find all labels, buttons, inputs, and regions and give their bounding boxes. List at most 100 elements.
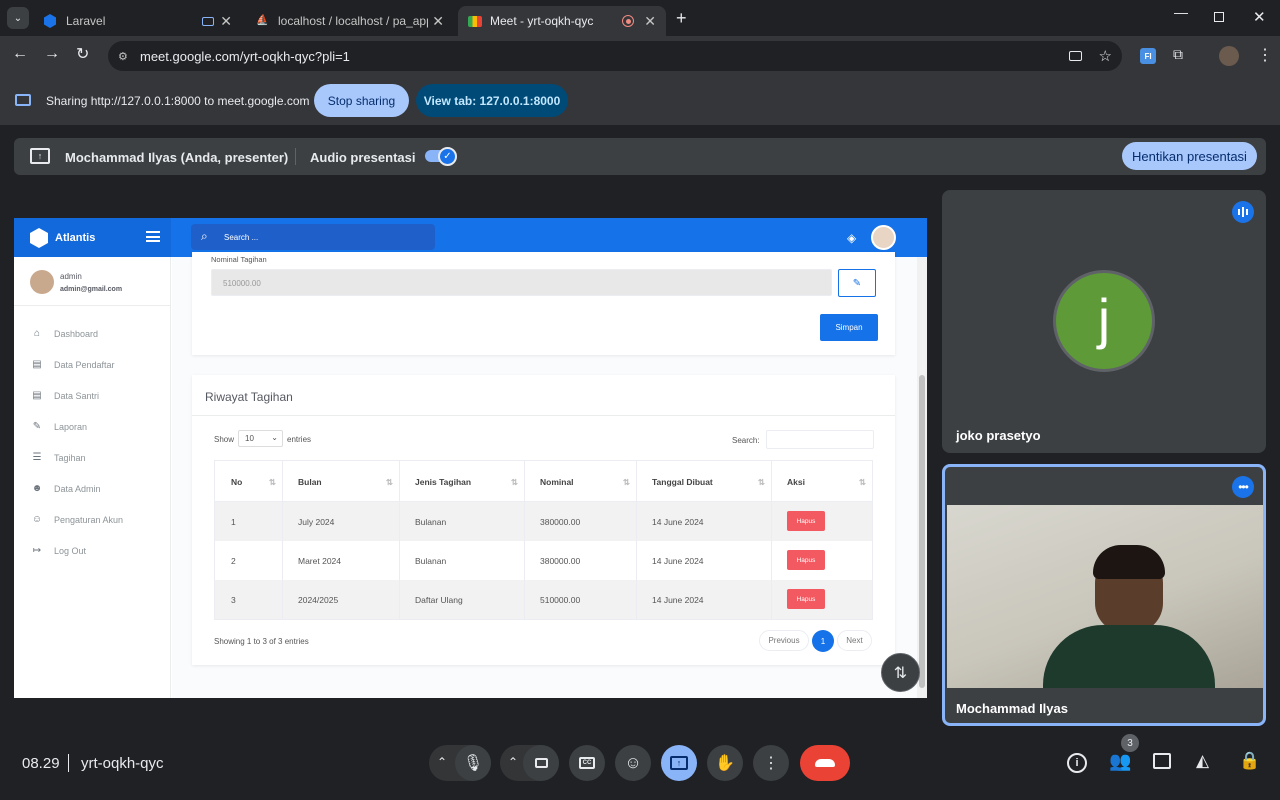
close-tab-icon[interactable]: ✕	[220, 13, 232, 30]
nominal-input[interactable]: 510000.00	[211, 269, 832, 296]
column-header-tanggal[interactable]: Tanggal Dibuat ⇅	[636, 477, 771, 487]
page-size-select[interactable]: 10 ⌄	[238, 430, 283, 447]
sidebar-item-pengaturan-akun[interactable]: ☺ Pengaturan Akun	[30, 514, 123, 525]
app-brand: Atlantis	[55, 232, 96, 244]
move-presentation-button[interactable]: ⇅	[881, 653, 920, 692]
column-header-nominal[interactable]: Nominal ⇅	[524, 477, 636, 487]
page-scrollbar[interactable]	[917, 257, 927, 698]
stop-presenting-button[interactable]: Hentikan presentasi	[1122, 142, 1257, 170]
leave-call-button[interactable]	[800, 745, 850, 781]
recording-indicator-icon	[622, 15, 634, 27]
cell-nominal: 380000.00	[540, 517, 581, 527]
tab-laravel[interactable]: Laravel ✕	[34, 6, 242, 36]
table-search-input[interactable]	[766, 430, 874, 449]
sidebar-item-log-out[interactable]: ↦ Log Out	[30, 545, 86, 556]
stop-sharing-button[interactable]: Stop sharing	[314, 84, 409, 117]
meeting-details-icon[interactable]: i	[1067, 753, 1087, 773]
people-icon[interactable]: 👥	[1109, 751, 1131, 772]
next-page-button[interactable]: Next	[837, 630, 872, 651]
address-bar[interactable]: ⚙ meet.google.com/yrt-oqkh-qyc?pli=1 ☆	[108, 41, 1122, 71]
participant-tile-joko[interactable]: j joko prasetyo	[942, 190, 1266, 453]
sidebar-item-tagihan[interactable]: ☰ Tagihan	[30, 452, 86, 463]
tab-title: localhost / localhost / pa_apps	[278, 14, 428, 28]
column-header-aksi[interactable]: Aksi ⇅	[771, 477, 872, 487]
column-header-jenis[interactable]: Jenis Tagihan ⇅	[399, 477, 524, 487]
column-header-bulan[interactable]: Bulan ⇅	[282, 477, 399, 487]
participant-name: Mochammad Ilyas	[956, 701, 1068, 716]
column-header-no[interactable]: No ⇅	[215, 477, 282, 487]
restore-icon[interactable]	[1214, 12, 1224, 22]
hang-up-icon	[815, 759, 835, 767]
delete-button[interactable]: Hapus	[787, 589, 825, 609]
user-avatar[interactable]	[871, 225, 896, 250]
view-tab-button[interactable]: View tab: 127.0.0.1:8000	[416, 84, 568, 117]
chat-icon[interactable]	[1153, 753, 1171, 769]
video-options-chevron-icon[interactable]: ⌃	[508, 755, 518, 769]
sidebar-item-data-pendaftar[interactable]: ▤ Data Pendaftar	[30, 359, 114, 370]
sidebar-item-label: Data Santri	[54, 390, 100, 401]
present-now-button[interactable]: ↑	[661, 745, 697, 781]
layers-icon[interactable]: ◈	[847, 231, 856, 245]
atlantis-logo-icon	[30, 228, 48, 248]
database-icon: ☰	[32, 452, 42, 463]
profile-avatar[interactable]	[1219, 46, 1239, 66]
tab-phpmyadmin[interactable]: ⛵ localhost / localhost / pa_apps ✕	[246, 6, 454, 36]
previous-page-button[interactable]: Previous	[759, 630, 809, 651]
sidebar-item-data-admin[interactable]: ☻ Data Admin	[30, 483, 101, 494]
close-tab-icon[interactable]: ✕	[644, 13, 656, 30]
reload-icon[interactable]: ↻	[76, 44, 89, 64]
close-window-icon[interactable]: ✕	[1253, 8, 1266, 26]
hamburger-menu-icon[interactable]	[146, 231, 160, 242]
cell-jenis: Bulanan	[415, 517, 447, 527]
app-search-box[interactable]: ⌕ Search ...	[191, 224, 435, 250]
close-tab-icon[interactable]: ✕	[432, 13, 444, 30]
extension-fi-icon[interactable]: FI	[1140, 48, 1156, 64]
camera-toggle-icon[interactable]	[523, 745, 559, 781]
microphone-icon[interactable]: 🎙	[455, 745, 491, 781]
tab-title: Laravel	[66, 14, 106, 28]
tab-meet[interactable]: Meet - yrt-oqkh-qyc ✕	[458, 6, 666, 36]
participant-name: joko prasetyo	[956, 428, 1041, 443]
sidebar-item-dashboard[interactable]: ⌂ Dashboard	[30, 328, 98, 339]
sidebar-item-label: Pengaturan Akun	[54, 514, 124, 525]
camera-icon[interactable]	[1069, 51, 1082, 61]
back-icon[interactable]: ←	[12, 45, 28, 63]
more-options-button[interactable]: ⋮	[753, 745, 789, 781]
host-controls-icon[interactable]: 🔒	[1239, 751, 1260, 771]
column-divider	[636, 461, 637, 619]
minimize-icon[interactable]: —	[1174, 4, 1188, 20]
sidebar-divider	[14, 305, 171, 306]
person-hair	[1093, 545, 1165, 579]
browser-menu-icon[interactable]: ⋮	[1257, 45, 1273, 65]
captions-button[interactable]: CC	[569, 745, 605, 781]
sidebar-item-data-santri[interactable]: ▤ Data Santri	[30, 390, 99, 401]
form-card: Nominal Tagihan 510000.00 ✎ Simpan	[192, 252, 895, 355]
present-screen-icon: ↑	[670, 756, 688, 770]
participant-tile-self[interactable]: ••• Mochammad Ilyas	[942, 464, 1266, 726]
toggle-check-icon[interactable]: ✓	[438, 147, 457, 166]
save-button[interactable]: Simpan	[820, 314, 878, 341]
edit-button[interactable]: ✎	[838, 269, 876, 297]
delete-button[interactable]: Hapus	[787, 550, 825, 570]
column-divider	[771, 461, 772, 619]
delete-button[interactable]: Hapus	[787, 511, 825, 531]
audio-options-chevron-icon[interactable]: ⌃	[437, 755, 447, 769]
forward-icon[interactable]: →	[44, 45, 60, 63]
sign-out-icon: ↦	[32, 545, 42, 556]
scrollbar-thumb[interactable]	[919, 375, 925, 688]
extensions-puzzle-icon[interactable]: ⧉	[1173, 46, 1183, 63]
sort-icon: ⇅	[622, 477, 630, 487]
raise-hand-button[interactable]: ✋	[707, 745, 743, 781]
page-1-button[interactable]: 1	[812, 630, 834, 652]
activities-icon[interactable]: ◭	[1196, 751, 1209, 771]
bookmark-star-icon[interactable]: ☆	[1099, 47, 1112, 65]
id-card-icon: ▤	[32, 390, 42, 401]
site-info-icon[interactable]: ⚙	[118, 50, 128, 63]
sidebar-item-laporan[interactable]: ✎ Laporan	[30, 421, 87, 432]
tab-search-button[interactable]: ⌄	[7, 7, 29, 29]
avatar-initial: j	[1097, 286, 1111, 350]
reactions-button[interactable]: ☺	[615, 745, 651, 781]
new-tab-icon[interactable]: +	[676, 8, 687, 29]
more-options-icon[interactable]: •••	[1232, 476, 1254, 498]
app-logo-header: Atlantis	[14, 218, 171, 257]
